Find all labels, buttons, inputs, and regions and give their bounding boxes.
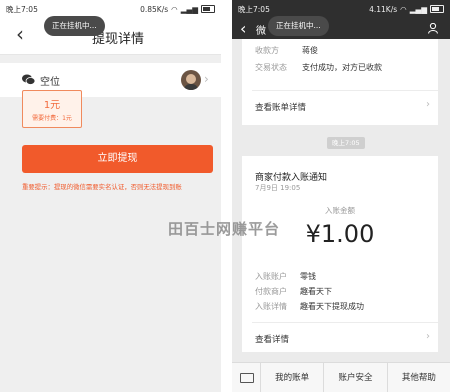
row-key: 交易状态	[255, 63, 287, 72]
message-time: 晚上7:05	[327, 137, 365, 149]
amount-label: 入账金额	[325, 206, 355, 215]
battery-icon	[430, 5, 444, 13]
status-icons: 4.11K/s ◠ ▂▄▆	[369, 5, 444, 14]
person-icon[interactable]	[428, 23, 438, 34]
bottom-menu: 我的账单 账户安全 其他帮助	[232, 362, 450, 392]
avatar	[181, 70, 201, 90]
notification-card: 商家付款入账通知 7月9日 19:05 入账金额 ¥1.00 入账账户 零钱 付…	[242, 156, 438, 352]
status-time: 晚上7:05	[6, 4, 38, 14]
notification-title: 商家付款入账通知	[255, 173, 328, 183]
row-key: 入账详情	[255, 302, 287, 311]
row-key: 入账账户	[255, 272, 287, 281]
chevron-right-icon: ›	[426, 99, 430, 110]
row-value: 蒋俊	[302, 46, 318, 55]
row-value: 支付成功，对方已收款	[302, 63, 382, 72]
row-value: 趣看天下	[300, 287, 332, 296]
battery-icon	[201, 5, 215, 13]
nav-bar: ‹ 提现详情	[0, 18, 221, 55]
payment-card: 收款方 蒋俊 交易状态 支付成功，对方已收款 查看账单详情 ›	[242, 39, 438, 125]
menu-my-bills[interactable]: 我的账单	[261, 363, 325, 392]
chevron-right-icon: ›	[204, 72, 209, 86]
back-arrow-icon[interactable]: ‹	[240, 18, 246, 39]
notification-time: 7月9日 19:05	[255, 184, 301, 192]
running-toast: 正在挂机中...	[268, 16, 329, 36]
signal-icon: ▂▄▆	[409, 4, 427, 14]
withdraw-button[interactable]: 立即提现	[22, 145, 213, 173]
important-notice: 重要提示：提现的微信需要实名认证，否则无法提现到账	[22, 183, 182, 191]
running-toast: 正在挂机中...	[44, 16, 105, 36]
row-key: 付款商户	[255, 287, 287, 296]
nav-bar: ‹ 微	[232, 18, 450, 39]
status-icons: 0.85K/s ◠ ▂▄▆	[140, 5, 215, 14]
row-value: 趣看天下提现成功	[300, 302, 364, 311]
network-speed: 4.11K/s	[369, 4, 398, 14]
amount-value: 1元	[43, 100, 61, 111]
nav-back-label: 微	[256, 26, 266, 37]
divider	[252, 90, 438, 91]
watermark-text: 田百士网赚平台	[168, 220, 281, 238]
signal-icon: ▂▄▆	[180, 4, 198, 14]
row-key: 收款方	[255, 46, 279, 55]
keyboard-icon[interactable]	[232, 363, 261, 392]
divider	[252, 322, 438, 323]
status-time: 晚上7:05	[238, 4, 270, 14]
right-screen: 晚上7:05 4.11K/s ◠ ▂▄▆ ‹ 微 正在挂机中... 收款方 蒋俊…	[232, 0, 450, 392]
back-arrow-icon[interactable]: ‹	[16, 24, 24, 44]
wifi-icon: ◠	[171, 4, 178, 14]
amount-fee: 需要付费：1元	[32, 115, 72, 122]
account-name: 空位	[40, 77, 60, 88]
wifi-icon: ◠	[400, 4, 407, 14]
wechat-icon	[22, 74, 35, 85]
view-details-link[interactable]: 查看详情	[255, 333, 289, 345]
view-bill-link[interactable]: 查看账单详情	[255, 101, 306, 113]
row-value: 零钱	[300, 272, 316, 281]
menu-other-help[interactable]: 其他帮助	[388, 363, 450, 392]
status-bar: 晚上7:05 0.85K/s ◠ ▂▄▆	[0, 0, 221, 18]
amount-option[interactable]: 1元 需要付费：1元	[22, 90, 82, 128]
chevron-right-icon: ›	[426, 331, 430, 342]
menu-account-security[interactable]: 账户安全	[324, 363, 388, 392]
status-bar: 晚上7:05 4.11K/s ◠ ▂▄▆	[232, 0, 450, 18]
left-screen: 晚上7:05 0.85K/s ◠ ▂▄▆ ‹ 提现详情 正在挂机中... 空位 …	[0, 0, 221, 392]
network-speed: 0.85K/s	[140, 4, 169, 14]
